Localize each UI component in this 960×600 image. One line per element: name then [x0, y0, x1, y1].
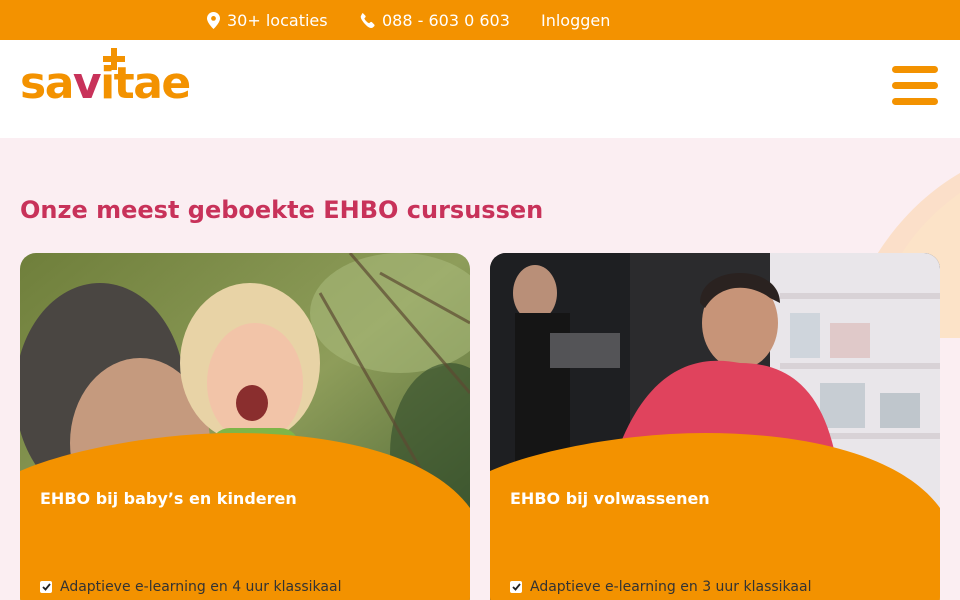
phone-icon — [360, 12, 375, 28]
locations-label: 30+ locaties — [227, 10, 328, 30]
course-card-adults[interactable]: EHBO bij volwassenen Adaptieve e-learnin… — [490, 253, 940, 600]
menu-bar-top — [892, 66, 938, 73]
site-header: savitae — [0, 40, 960, 138]
login-link[interactable]: Inloggen — [541, 0, 610, 40]
card-feature-label: Adaptieve e-learning en 3 uur klassikaal — [530, 579, 812, 595]
checkbox-checked-icon — [40, 581, 52, 593]
checkbox-checked-icon — [510, 581, 522, 593]
logo-text-part2: v — [72, 58, 102, 109]
login-label: Inloggen — [541, 10, 611, 30]
card-title: EHBO bij baby’s en kinderen — [40, 489, 297, 508]
card-orange-shape — [20, 433, 470, 600]
map-pin-icon — [207, 11, 220, 29]
card-feature-label: Adaptieve e-learning en 4 uur klassikaal — [60, 579, 342, 595]
menu-bar-middle — [892, 82, 938, 89]
section-title: Onze meest geboekte EHBO cursussen — [20, 196, 544, 224]
hamburger-menu-icon[interactable] — [892, 66, 938, 106]
card-orange-shape — [490, 433, 940, 600]
menu-bar-bottom — [892, 98, 938, 105]
card-feature: Adaptieve e-learning en 3 uur klassikaal — [510, 579, 811, 595]
popular-courses-section: Onze meest geboekte EHBO cursussen EHBO … — [0, 138, 960, 600]
logo-wordmark: savitae — [20, 58, 191, 110]
logo-text-part1: sa — [20, 58, 74, 109]
card-feature: Adaptieve e-learning en 4 uur klassikaal — [40, 579, 341, 595]
phone-link[interactable]: 088 - 603 0 603 — [360, 0, 510, 40]
locations-link[interactable]: 30+ locaties — [207, 0, 328, 40]
card-title: EHBO bij volwassenen — [510, 489, 710, 508]
savitae-logo[interactable]: savitae — [20, 48, 210, 110]
logo-text-part3: itae — [100, 58, 191, 109]
course-card-kids[interactable]: EHBO bij baby’s en kinderen Adaptieve e-… — [20, 253, 470, 600]
top-bar: 30+ locaties 088 - 603 0 603 Inloggen — [0, 0, 960, 40]
phone-label: 088 - 603 0 603 — [382, 10, 510, 30]
